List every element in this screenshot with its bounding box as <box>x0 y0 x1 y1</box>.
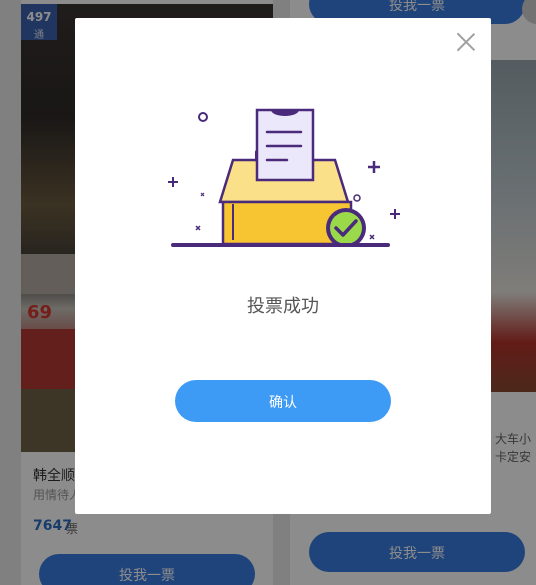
close-icon[interactable] <box>456 32 476 52</box>
confirm-button[interactable]: 确认 <box>175 380 391 422</box>
ballot-box-illustration <box>168 108 400 247</box>
vote-success-dialog: 投票成功 确认 <box>75 18 491 514</box>
success-message: 投票成功 <box>247 296 319 317</box>
